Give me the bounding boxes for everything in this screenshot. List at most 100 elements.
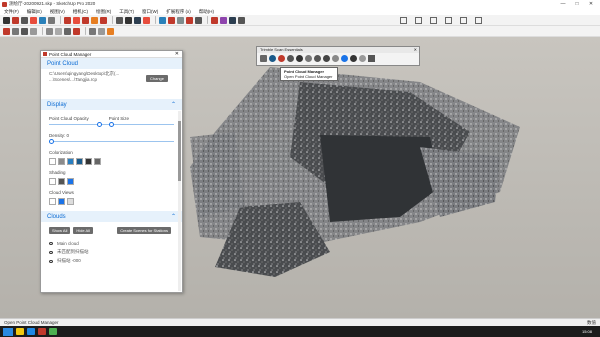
orbit-icon[interactable] — [159, 16, 166, 24]
hide-all-button[interactable]: Hide All — [73, 227, 93, 234]
offset-tool-icon[interactable] — [100, 16, 107, 24]
display-section-header[interactable]: Display ⌃ — [41, 99, 182, 110]
color-intensity-swatch[interactable] — [67, 158, 74, 165]
point-cloud-manager-icon[interactable] — [269, 55, 276, 62]
rotate-tool-icon[interactable] — [82, 16, 89, 24]
panel-close-icon[interactable]: ✕ — [175, 51, 179, 58]
dimension-icon[interactable] — [55, 27, 62, 35]
color-white-swatch[interactable] — [49, 158, 56, 165]
right-view-icon[interactable] — [445, 17, 452, 24]
line-tool-icon[interactable] — [21, 16, 28, 24]
close-icon[interactable]: ✕ — [414, 47, 417, 53]
section-plane-icon[interactable] — [46, 27, 53, 35]
color-classification-swatch[interactable] — [94, 158, 101, 165]
folder-icon[interactable] — [260, 55, 267, 62]
style-builder-icon[interactable] — [238, 16, 245, 24]
menu-tools[interactable]: 工具(T) — [115, 9, 138, 15]
eye-icon[interactable] — [49, 242, 53, 245]
paint-bucket-icon[interactable] — [143, 16, 150, 24]
zoom-extents-icon[interactable] — [186, 16, 193, 24]
opacity-slider[interactable] — [49, 122, 174, 127]
panel-scrollbar[interactable] — [178, 111, 181, 291]
station-icon[interactable] — [323, 55, 330, 62]
browser-icon[interactable] — [27, 328, 35, 335]
snap-icon[interactable] — [296, 55, 303, 62]
list-item[interactable]: 未匹配到扫描站 — [49, 249, 174, 255]
text-tool-icon[interactable] — [125, 16, 132, 24]
color-elevation-swatch[interactable] — [76, 158, 83, 165]
axes-tool-icon[interactable] — [134, 16, 141, 24]
layout-icon[interactable] — [229, 16, 236, 24]
chevron-up-icon[interactable]: ⌃ — [171, 213, 176, 220]
walk-icon[interactable] — [89, 27, 96, 35]
create-scenes-button[interactable]: Create Scenes for Stations — [117, 227, 171, 234]
menu-extensions[interactable]: 扩展程序 (x) — [162, 9, 195, 15]
menu-help[interactable]: 帮助(H) — [195, 9, 218, 15]
pencil-icon[interactable] — [3, 27, 10, 35]
extract-icon[interactable] — [341, 55, 348, 62]
look-around-icon[interactable] — [98, 27, 105, 35]
menu-edit[interactable]: 编辑(E) — [23, 9, 46, 15]
shading-off-swatch[interactable] — [49, 178, 56, 185]
menu-file[interactable]: 文件(F) — [0, 9, 23, 15]
shading-on-swatch[interactable] — [58, 178, 65, 185]
extension-warehouse-icon[interactable] — [220, 16, 227, 24]
left-view-icon[interactable] — [475, 17, 482, 24]
scale-tool-icon[interactable] — [91, 16, 98, 24]
file-explorer-icon[interactable] — [16, 328, 24, 335]
push-pull-icon[interactable] — [64, 16, 71, 24]
follow-me-icon[interactable] — [73, 27, 80, 35]
select-tool-icon[interactable] — [3, 16, 10, 24]
change-button[interactable]: Change — [145, 75, 168, 82]
pan-icon[interactable] — [168, 16, 175, 24]
pie-icon[interactable] — [30, 27, 37, 35]
list-item[interactable]: Main cloud — [49, 241, 174, 246]
arc-tool-icon[interactable] — [30, 16, 37, 24]
eye-icon[interactable] — [49, 250, 53, 254]
minimize-button[interactable]: — — [556, 0, 570, 8]
density-slider[interactable] — [49, 139, 174, 144]
view-scans-swatch[interactable] — [67, 198, 74, 205]
view-all-swatch[interactable] — [49, 198, 56, 205]
maximize-button[interactable]: □ — [570, 0, 584, 8]
zoom-icon[interactable] — [177, 16, 184, 24]
top-view-icon[interactable] — [415, 17, 422, 24]
warehouse-icon[interactable] — [211, 16, 218, 24]
eraser-icon[interactable] — [12, 16, 19, 24]
menu-window[interactable]: 窗口(W) — [138, 9, 162, 15]
show-all-button[interactable]: Show All — [49, 227, 71, 234]
protractor-icon[interactable] — [64, 27, 71, 35]
region-icon[interactable] — [314, 55, 321, 62]
color-normal-swatch[interactable] — [85, 158, 92, 165]
rectangle-tool-icon[interactable] — [39, 16, 46, 24]
close-button[interactable]: ✕ — [584, 0, 598, 8]
view-selected-swatch[interactable] — [58, 198, 65, 205]
front-view-icon[interactable] — [430, 17, 437, 24]
menu-camera[interactable]: 相机(C) — [69, 9, 92, 15]
line-icon[interactable] — [368, 55, 375, 62]
density-slider-knob[interactable] — [49, 139, 54, 144]
previous-view-icon[interactable] — [195, 16, 202, 24]
scan-explorer-icon[interactable] — [287, 55, 294, 62]
eye-icon[interactable] — [49, 259, 53, 263]
move-tool-icon[interactable] — [73, 16, 80, 24]
opacity-slider-knob[interactable] — [97, 122, 102, 127]
scrollbar-thumb[interactable] — [178, 121, 181, 181]
point-size-slider-knob[interactable] — [109, 122, 114, 127]
settings-icon[interactable] — [359, 55, 366, 62]
circle-tool-icon[interactable] — [48, 16, 55, 24]
polygon-icon[interactable] — [21, 27, 28, 35]
start-icon[interactable] — [3, 327, 13, 336]
shading-edl-swatch[interactable] — [67, 178, 74, 185]
back-view-icon[interactable] — [460, 17, 467, 24]
fit-plane-icon[interactable] — [332, 55, 339, 62]
limit-box-icon[interactable] — [305, 55, 312, 62]
wechat-icon[interactable] — [49, 328, 57, 335]
color-rgb-swatch[interactable] — [58, 158, 65, 165]
menu-view[interactable]: 视图(V) — [46, 9, 69, 15]
sketchup-taskbar-icon[interactable] — [38, 328, 46, 335]
iso-view-icon[interactable] — [400, 17, 407, 24]
freehand-icon[interactable] — [12, 27, 19, 35]
list-item[interactable]: 扫描站 -000 — [49, 258, 174, 264]
unload-icon[interactable] — [278, 55, 285, 62]
